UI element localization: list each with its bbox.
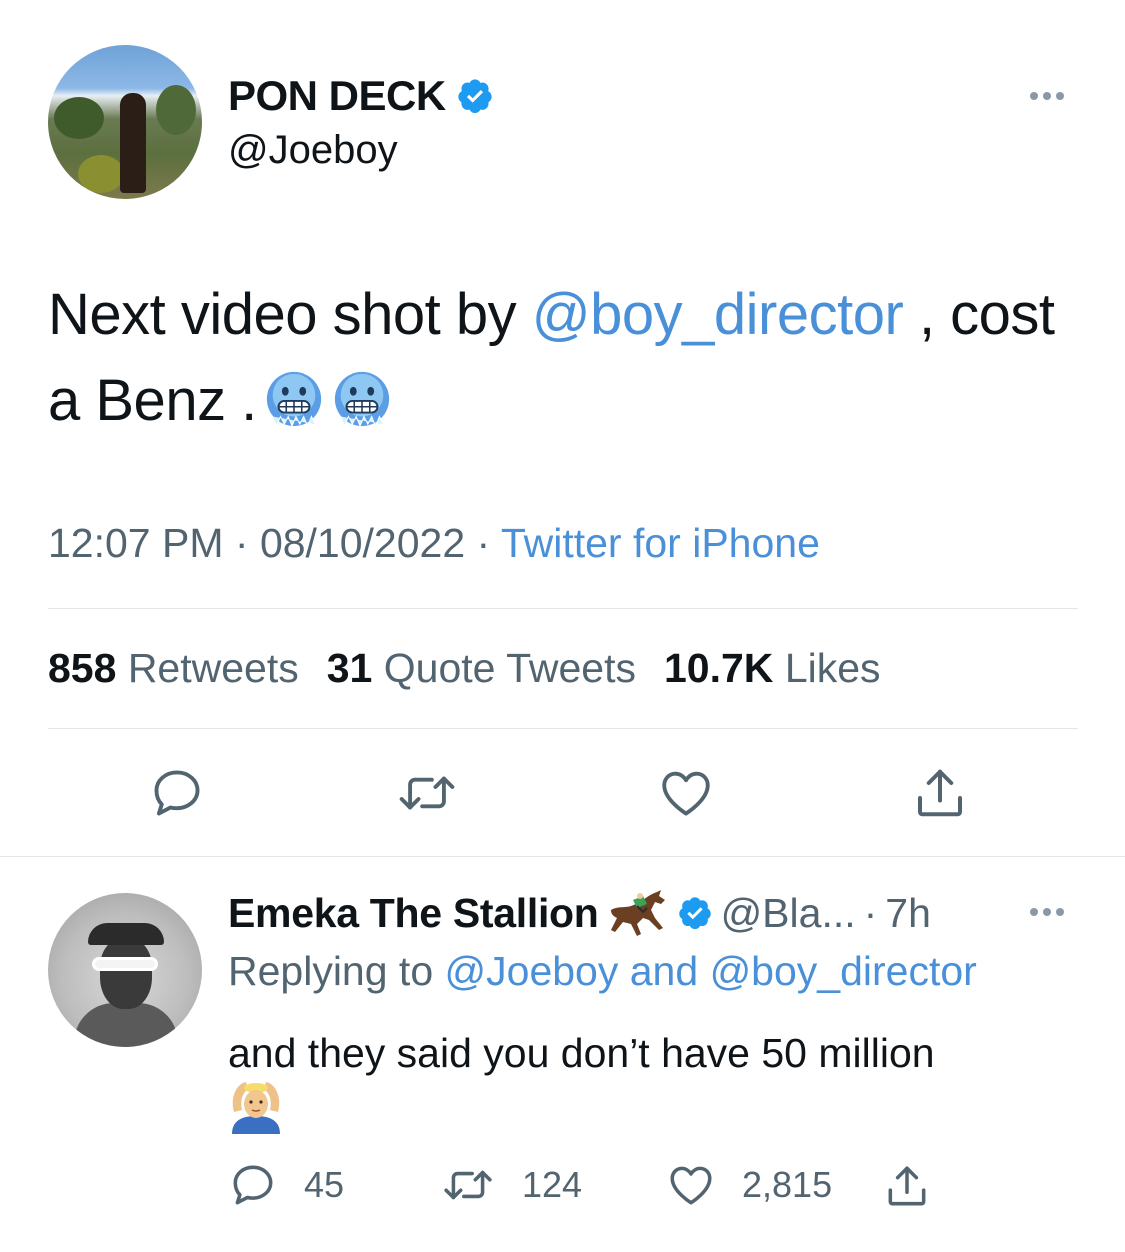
replying-to: Replying to @Joeboy and @boy_director — [228, 948, 977, 994]
likes-stat[interactable]: 10.7K Likes — [664, 645, 881, 692]
share-icon — [918, 769, 962, 817]
tweet-stats: 858 Retweets 31 Quote Tweets 10.7K Likes — [48, 645, 881, 692]
retweet-icon — [399, 776, 455, 810]
reply-time[interactable]: 7h — [885, 890, 931, 937]
heart-icon — [670, 1166, 712, 1205]
replying-user-boy-director-link[interactable]: @boy_director — [710, 948, 977, 994]
divider — [0, 856, 1125, 857]
retweet-icon — [444, 1170, 492, 1200]
tweet-metadata: 12:07 PM · 08/10/2022 · Twitter for iPho… — [48, 520, 820, 566]
like-button[interactable] — [656, 764, 716, 822]
tweet-date[interactable]: 08/10/2022 — [260, 520, 465, 566]
like-count: 2,815 — [742, 1164, 833, 1205]
retweet-button[interactable] — [394, 764, 460, 822]
cold-face-emoji-icon — [266, 371, 321, 428]
reply-author-name[interactable]: Emeka The Stallion — [228, 890, 599, 937]
reply-count: 45 — [304, 1164, 345, 1205]
tweet-text: Next video shot by @boy_director , cost … — [48, 272, 1088, 444]
author-handle[interactable]: @Joeboy — [228, 128, 398, 173]
horse-racing-emoji-icon — [610, 890, 665, 936]
reply-icon — [233, 1165, 273, 1205]
tweet-mention-link[interactable]: @boy_director — [532, 282, 904, 347]
reply-header: Emeka The Stallion @Bla... · 7h — [228, 888, 931, 938]
share-button[interactable] — [910, 762, 970, 824]
share-icon — [888, 1166, 926, 1206]
verified-badge-icon — [456, 77, 494, 115]
replying-user-joeboy-link[interactable]: @Joeboy — [445, 948, 619, 994]
divider — [48, 728, 1078, 729]
reply-author-handle[interactable]: @Bla... — [721, 890, 856, 937]
reply-button[interactable] — [148, 764, 206, 822]
author-avatar[interactable] — [48, 45, 202, 199]
reply-like-button[interactable]: 2,815 — [666, 1160, 832, 1210]
quote-tweets-stat[interactable]: 31 Quote Tweets — [327, 645, 636, 692]
reply-retweet-button[interactable]: 124 — [440, 1160, 582, 1210]
tweet-source-link[interactable]: Twitter for iPhone — [501, 520, 820, 566]
reply-icon — [154, 770, 200, 816]
tweet-detail-page: PON DECK @Joeboy Next video shot by @boy… — [0, 0, 1125, 1252]
separator-dot: · — [863, 889, 878, 936]
person-gesturing-ok-emoji-icon — [232, 1082, 280, 1134]
verified-badge-icon — [677, 895, 713, 931]
reply-reply-button[interactable]: 45 — [228, 1160, 344, 1210]
reply-author-avatar[interactable] — [48, 893, 202, 1047]
retweets-stat[interactable]: 858 Retweets — [48, 645, 299, 692]
tweet-time[interactable]: 12:07 PM — [48, 520, 224, 566]
heart-icon — [662, 771, 710, 816]
author-name-row: PON DECK — [228, 72, 494, 120]
reply-more-options-icon[interactable] — [1030, 908, 1064, 916]
divider — [48, 608, 1078, 609]
cold-face-emoji-icon — [334, 371, 389, 428]
author-display-name[interactable]: PON DECK — [228, 72, 446, 120]
more-options-icon[interactable] — [1030, 92, 1064, 100]
reply-text: and they said you don’t have 50 million — [228, 1030, 935, 1076]
tweet-text-before: Next video shot by — [48, 282, 532, 347]
reply-share-button[interactable] — [882, 1160, 932, 1212]
retweet-count: 124 — [522, 1164, 583, 1205]
